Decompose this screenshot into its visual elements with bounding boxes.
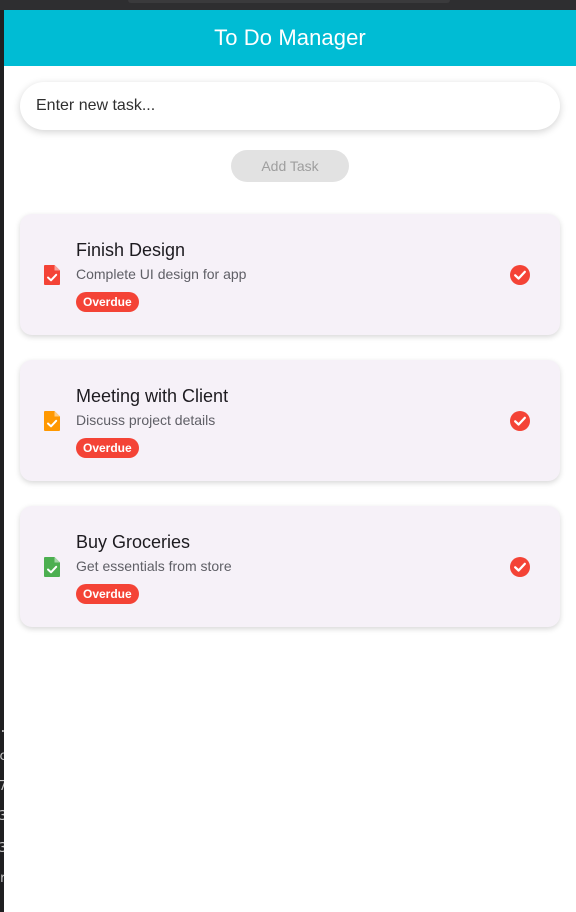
- task-document-icon: [44, 557, 60, 577]
- task-title: Finish Design: [76, 240, 186, 260]
- task-card[interactable]: Buy Groceries Get essentials from store …: [20, 506, 560, 627]
- overdue-badge-label: Overdue: [83, 587, 132, 601]
- overdue-badge-label: Overdue: [83, 295, 132, 309]
- check-circle-icon[interactable]: [510, 411, 530, 431]
- task-card[interactable]: Meeting with Client Discuss project deta…: [20, 360, 560, 481]
- overdue-badge: Overdue: [76, 292, 139, 312]
- overdue-badge: Overdue: [76, 438, 139, 458]
- add-task-button-label: Add Task: [261, 158, 319, 174]
- task-description: Discuss project details: [76, 412, 216, 428]
- window-top-bar: [0, 0, 576, 10]
- app-window: To Do Manager Enter new task... Add Task…: [4, 10, 576, 912]
- new-task-input-placeholder: Enter new task...: [36, 97, 156, 114]
- app-title: To Do Manager: [214, 25, 366, 50]
- task-description: Complete UI design for app: [76, 266, 247, 282]
- task-title: Meeting with Client: [76, 386, 229, 406]
- overdue-badge-label: Overdue: [83, 441, 132, 455]
- check-circle-icon[interactable]: [510, 557, 530, 577]
- new-task-input[interactable]: Enter new task...: [20, 82, 560, 130]
- window-tab: [128, 0, 450, 3]
- task-document-icon: [44, 411, 60, 431]
- task-description: Get essentials from store: [76, 558, 232, 574]
- overdue-badge: Overdue: [76, 584, 139, 604]
- add-task-button[interactable]: Add Task: [231, 150, 349, 182]
- task-title: Buy Groceries: [76, 532, 191, 552]
- check-circle-icon[interactable]: [510, 265, 530, 285]
- task-document-icon: [44, 265, 60, 285]
- app-bar: To Do Manager: [4, 10, 576, 66]
- task-card[interactable]: Finish Design Complete UI design for app…: [20, 214, 560, 335]
